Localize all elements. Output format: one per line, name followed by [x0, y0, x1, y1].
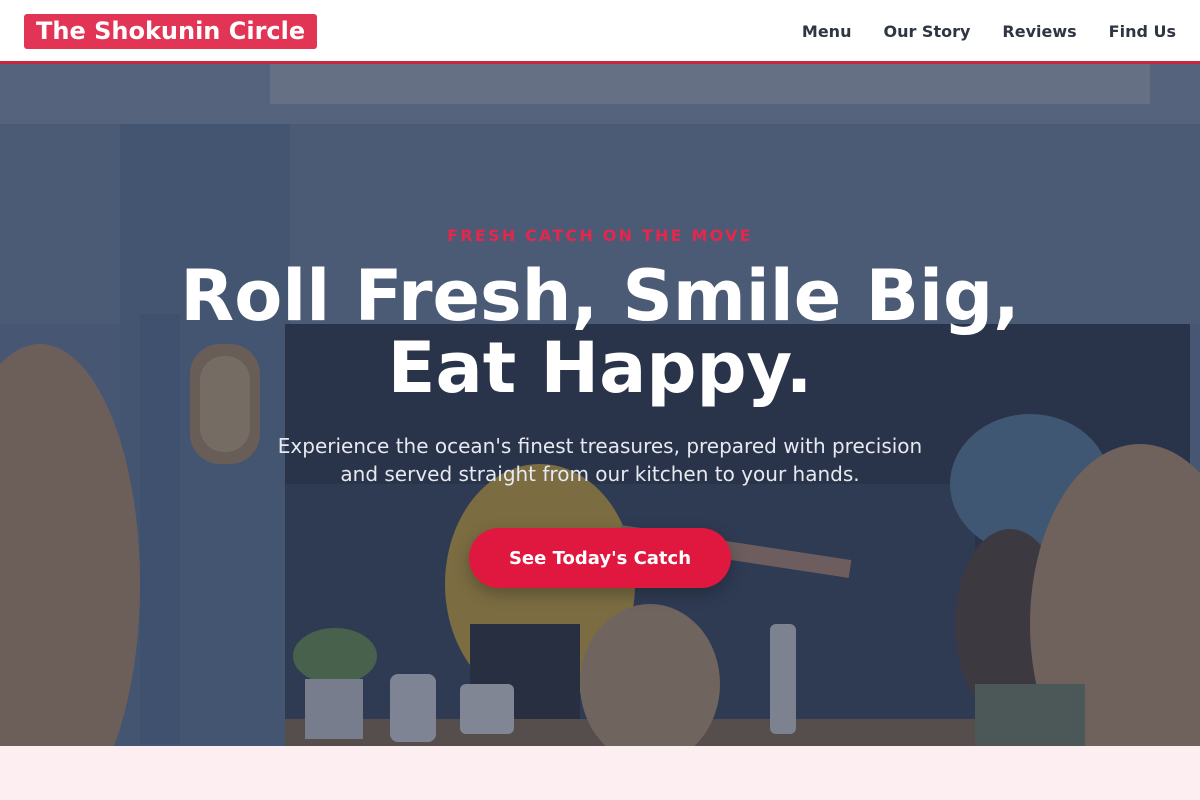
nav-links: Menu Our Story Reviews Find Us — [802, 0, 1176, 62]
nav-link-menu[interactable]: Menu — [802, 22, 852, 41]
brand-logo[interactable]: The Shokunin Circle — [24, 14, 318, 49]
nav-link-find-us[interactable]: Find Us — [1109, 22, 1176, 41]
headline-line-1: Roll Fresh, Smile Big, — [180, 255, 1020, 337]
nav-link-our-story[interactable]: Our Story — [883, 22, 970, 41]
see-todays-catch-button[interactable]: See Today's Catch — [469, 528, 731, 588]
hero-headline: Roll Fresh, Smile Big, Eat Happy. — [100, 260, 1100, 404]
subtext-line-2: and served straight from our kitchen to … — [340, 462, 860, 486]
nav-link-reviews[interactable]: Reviews — [1002, 22, 1076, 41]
subtext-line-1: Experience the ocean's finest treasures,… — [277, 434, 923, 458]
hero-eyebrow: FRESH CATCH ON THE MOVE — [447, 226, 753, 245]
top-navbar: The Shokunin Circle Menu Our Story Revie… — [0, 0, 1200, 64]
headline-line-2: Eat Happy. — [387, 327, 813, 409]
hero-subtext: Experience the ocean's finest treasures,… — [250, 432, 950, 488]
hero-section: FRESH CATCH ON THE MOVE Roll Fresh, Smil… — [0, 64, 1200, 746]
hero-content: FRESH CATCH ON THE MOVE Roll Fresh, Smil… — [0, 64, 1200, 746]
next-section-strip — [0, 746, 1200, 800]
